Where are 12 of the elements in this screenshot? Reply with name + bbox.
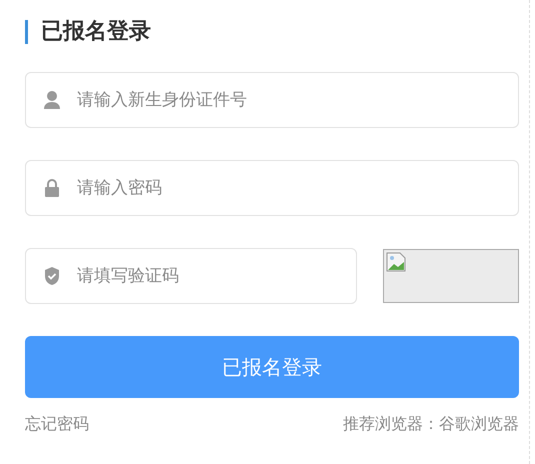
captcha-image[interactable] bbox=[383, 249, 519, 303]
password-field[interactable]: 请输入密码 bbox=[25, 160, 519, 216]
login-button[interactable]: 已报名登录 bbox=[25, 336, 519, 398]
shield-check-icon bbox=[43, 266, 61, 286]
captcha-field[interactable]: 请填写验证码 bbox=[25, 248, 357, 304]
user-icon bbox=[43, 90, 61, 110]
broken-image-icon bbox=[386, 252, 406, 272]
section-title: 已报名登录 bbox=[25, 20, 519, 44]
browser-hint: 推荐浏览器：谷歌浏览器 bbox=[343, 413, 519, 435]
lock-icon bbox=[43, 178, 61, 198]
forgot-password-link[interactable]: 忘记密码 bbox=[25, 412, 89, 436]
id-number-field[interactable]: 请输入新生身份证件号 bbox=[25, 72, 519, 128]
